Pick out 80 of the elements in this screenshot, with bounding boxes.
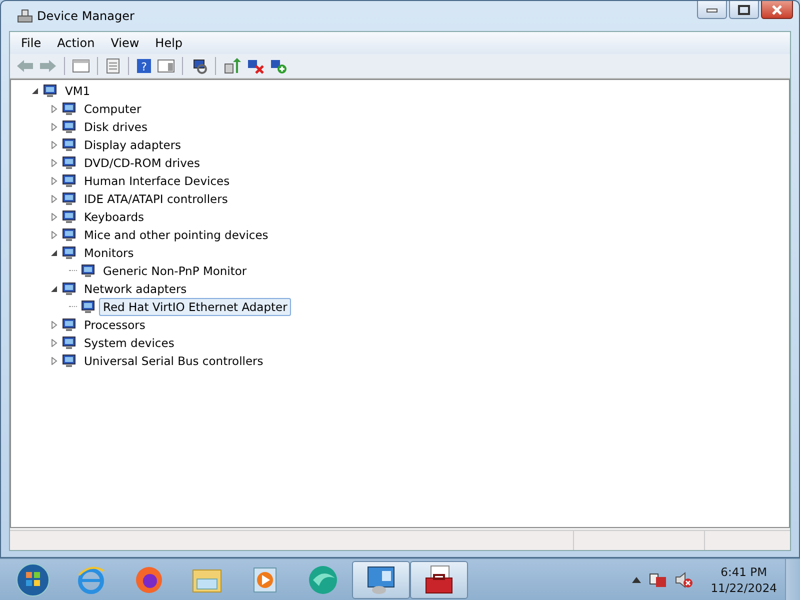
swirl-orb-icon	[307, 564, 339, 596]
tree-item[interactable]: IDE ATA/ATAPI controllers	[80, 190, 232, 208]
tree-item[interactable]: Computer	[80, 100, 146, 118]
close-button[interactable]	[761, 1, 793, 19]
clock-date: 11/22/2024	[710, 580, 777, 596]
help-icon[interactable]: ?	[136, 58, 152, 74]
tree-item[interactable]: Processors	[80, 316, 150, 334]
device-icon	[61, 281, 77, 297]
tree-item[interactable]: Universal Serial Bus controllers	[80, 352, 268, 370]
maximize-icon	[738, 4, 750, 14]
expand-arrow-icon[interactable]	[50, 195, 58, 203]
update-driver-icon[interactable]	[223, 58, 241, 74]
console-tree-icon[interactable]	[72, 58, 90, 74]
menu-item[interactable]: Action	[49, 36, 103, 50]
tree-item[interactable]: System devices	[80, 334, 178, 352]
expand-arrow-icon[interactable]	[50, 105, 58, 113]
expand-arrow-icon[interactable]	[50, 177, 58, 185]
tree-item[interactable]: Mice and other pointing devices	[80, 226, 272, 244]
toolbox-icon	[423, 564, 455, 596]
back-arrow-icon[interactable]	[16, 58, 34, 74]
expand-arrow-icon[interactable]	[50, 123, 58, 131]
device-icon	[61, 119, 77, 135]
expand-arrow-icon[interactable]	[50, 339, 58, 347]
expand-arrow-icon[interactable]	[50, 321, 58, 329]
expand-arrow-icon[interactable]	[50, 231, 58, 239]
minimize-button[interactable]	[697, 1, 727, 19]
collapse-arrow-icon[interactable]	[31, 87, 39, 95]
browser-e-icon	[76, 564, 106, 594]
tree-item[interactable]: VM1	[61, 82, 94, 100]
expand-arrow-icon[interactable]	[50, 141, 58, 149]
device-icon	[61, 317, 77, 333]
muted-speaker-icon[interactable]	[674, 572, 693, 588]
tree-item[interactable]: Red Hat VirtIO Ethernet Adapter	[99, 298, 292, 316]
device-icon	[61, 209, 77, 225]
tree-item[interactable]: Human Interface Devices	[80, 172, 234, 190]
forward-arrow-icon[interactable]	[39, 58, 57, 74]
tree-item[interactable]: Monitors	[80, 244, 138, 262]
properties-icon[interactable]	[105, 58, 121, 74]
tree-item[interactable]: Keyboards	[80, 208, 148, 226]
device-icon	[61, 353, 77, 369]
show-hidden-icons-arrow-icon[interactable]	[632, 576, 641, 582]
taskbar-button[interactable]	[352, 560, 410, 598]
menu-item[interactable]: Help	[147, 36, 191, 50]
tree-item[interactable]: Generic Non-PnP Monitor	[99, 262, 251, 280]
expand-arrow-icon[interactable]	[50, 159, 58, 167]
app-icon	[17, 8, 33, 24]
start-orb-icon	[16, 562, 50, 596]
menu-item[interactable]: File	[13, 36, 50, 50]
device-icon	[61, 191, 77, 207]
browser-fox-icon	[134, 564, 164, 594]
collapse-arrow-icon[interactable]	[50, 249, 58, 257]
network-icon[interactable]	[648, 572, 667, 588]
tree-item[interactable]: Network adapters	[80, 280, 191, 298]
device-icon	[61, 155, 77, 171]
window-title: Device Manager	[37, 9, 134, 23]
tree-item[interactable]: DVD/CD-ROM drives	[80, 154, 204, 172]
tree-item[interactable]: Disk drives	[80, 118, 152, 136]
device-icon	[42, 83, 58, 99]
taskbar-button[interactable]	[410, 560, 468, 598]
tree-item[interactable]: Display adapters	[80, 136, 186, 154]
uninstall-icon[interactable]	[246, 58, 264, 74]
device-icon	[61, 173, 77, 189]
minimize-icon	[706, 6, 718, 12]
device-icon	[61, 137, 77, 153]
device-icon	[61, 245, 77, 261]
action-pane-icon[interactable]	[157, 58, 175, 74]
device-icon	[80, 263, 96, 279]
menu-item[interactable]: View	[102, 36, 148, 50]
add-hardware-icon[interactable]	[269, 58, 287, 74]
maximize-button[interactable]	[729, 1, 759, 19]
clock-time: 6:41 PM	[720, 564, 768, 580]
device-icon	[80, 299, 96, 315]
device-icon	[61, 335, 77, 351]
control-panel-icon	[365, 564, 397, 596]
device-icon	[61, 101, 77, 117]
device-icon	[61, 227, 77, 243]
collapse-arrow-icon[interactable]	[50, 285, 58, 293]
close-icon	[771, 4, 783, 14]
expand-arrow-icon[interactable]	[50, 213, 58, 221]
expand-arrow-icon[interactable]	[50, 357, 58, 365]
